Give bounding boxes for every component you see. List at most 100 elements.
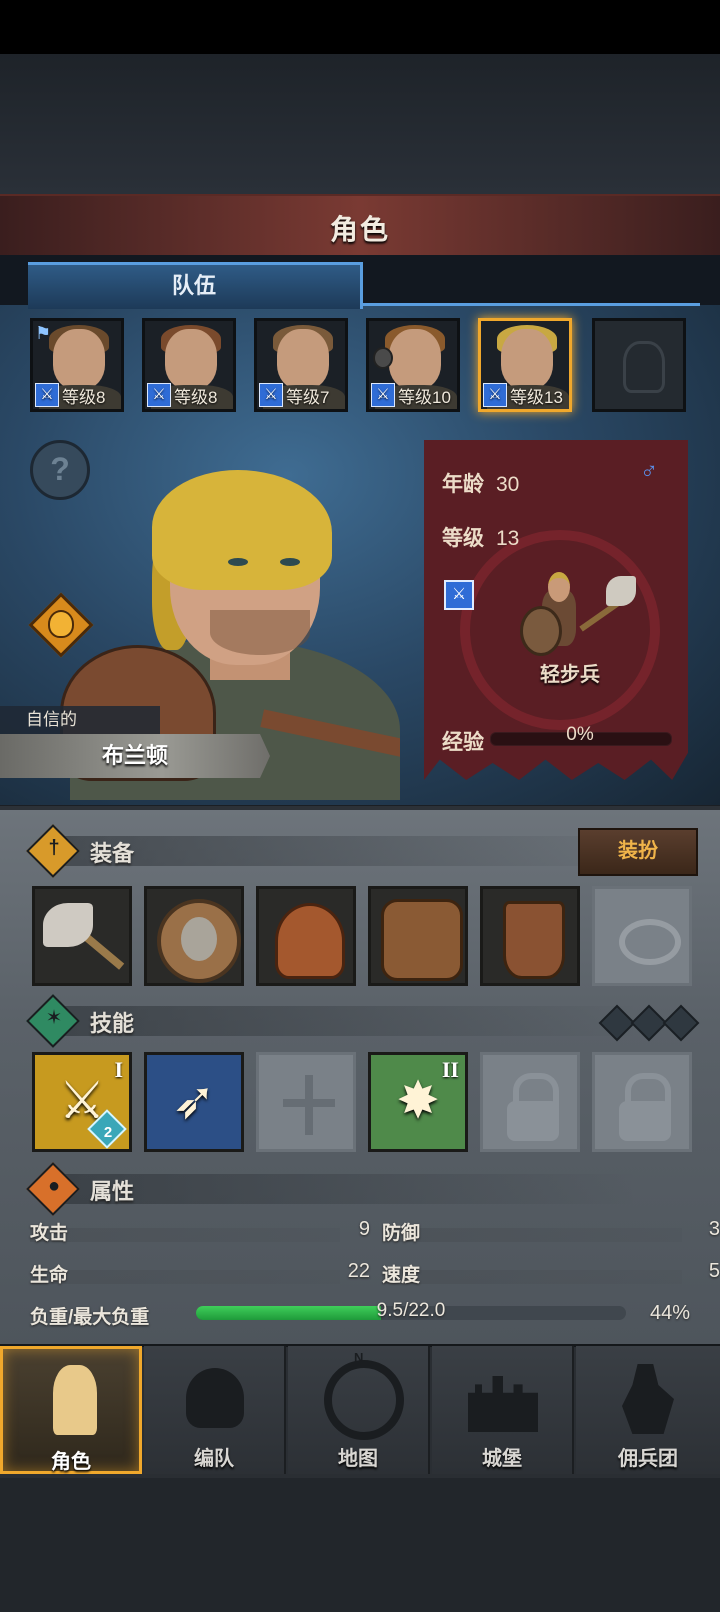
hp-value: 22 <box>347 1260 370 1282</box>
class-name: 轻步兵 <box>540 664 600 686</box>
male-icon: ♂ <box>640 458 658 485</box>
tab-team[interactable]: 队伍 <box>28 262 363 309</box>
mercenary-icon <box>612 1360 682 1436</box>
backdrop <box>0 54 720 194</box>
flag-icon: ⚑ <box>35 323 52 343</box>
nav-label: 编队 <box>194 1448 234 1470</box>
level-tag: ⚔ 等级8 <box>35 383 105 407</box>
attributes-title: 属性 <box>90 1179 135 1204</box>
hair <box>152 470 332 590</box>
cross-icon <box>283 1075 335 1135</box>
figure-shield <box>520 606 562 656</box>
sword-class-icon: ⚔ <box>35 383 59 407</box>
dress-up-button[interactable]: 装扮 <box>578 828 698 876</box>
level-text: 等级8 <box>62 387 106 407</box>
level-text: 等级13 <box>510 387 563 407</box>
roster-portrait[interactable]: ⚔ 等级8 <box>142 318 236 412</box>
face <box>501 329 553 389</box>
sword-class-icon: ⚔ <box>483 383 507 407</box>
page-title: 角色 <box>329 214 390 245</box>
equip-slot-armor[interactable] <box>368 886 468 986</box>
trait-label: 自信的 <box>0 706 160 734</box>
roster-empty-slot[interactable] <box>592 318 686 412</box>
face <box>165 329 217 389</box>
level-text: 等级8 <box>174 387 218 407</box>
skill-slot-3[interactable] <box>256 1052 356 1152</box>
status-bar <box>0 0 720 54</box>
boots-icon <box>503 901 565 979</box>
face <box>53 329 105 389</box>
level-tag: ⚔ 等级13 <box>483 383 563 407</box>
age-value: 30 <box>496 473 520 496</box>
person-icon: ● <box>47 1175 61 1197</box>
equip-slot-boots[interactable] <box>480 886 580 986</box>
row-bar <box>30 1228 340 1242</box>
level-row: 等级 13 <box>442 522 519 552</box>
upgrade-count: 2 <box>103 1124 113 1141</box>
roster-portrait[interactable]: ⚔ 等级10 <box>366 318 460 412</box>
equip-slot-helmet[interactable] <box>256 886 356 986</box>
nav-label: 城堡 <box>482 1448 522 1470</box>
level-value: 13 <box>496 527 520 550</box>
helmet-placeholder-icon <box>623 341 665 393</box>
skill-slot-4[interactable]: ✸ II <box>368 1052 468 1152</box>
defense-value: 3 <box>708 1218 720 1240</box>
helmet-icon <box>275 903 345 979</box>
battle-axe-icon <box>43 903 93 947</box>
attack-label: 攻击 <box>30 1223 69 1244</box>
equip-slot-shield[interactable] <box>144 886 244 986</box>
sword-class-icon: ⚔ <box>444 580 474 610</box>
nav-formation[interactable]: 编队 <box>144 1346 286 1474</box>
face <box>389 329 441 389</box>
figure-head <box>548 572 570 602</box>
sword-class-icon: ⚔ <box>371 383 395 407</box>
nav-castle[interactable]: 城堡 <box>432 1346 574 1474</box>
dagger-icon: † <box>48 837 60 859</box>
ring-icon <box>619 919 681 965</box>
age-row: 年龄 30 <box>442 468 519 498</box>
speed-value: 5 <box>708 1260 720 1282</box>
level-tag: ⚔ 等级8 <box>147 383 217 407</box>
equip-slot-ring[interactable] <box>592 886 692 986</box>
exp-label: 经验 <box>442 731 484 754</box>
shield-boss <box>181 917 217 961</box>
defense-label: 防御 <box>382 1223 421 1244</box>
castle-icon <box>468 1360 538 1436</box>
nav-character[interactable]: 角色 <box>0 1346 142 1474</box>
eye <box>228 558 248 566</box>
skill-slot-locked[interactable] <box>592 1052 692 1152</box>
level-label: 等级 <box>442 527 484 550</box>
face <box>277 329 329 389</box>
skill-slot-locked[interactable] <box>480 1052 580 1152</box>
eagle-strike-icon: ➶ <box>172 1072 216 1130</box>
skill-slot-1[interactable]: ⚔ I 2 <box>32 1052 132 1152</box>
roster-portrait-selected[interactable]: ⚔ 等级13 <box>478 318 572 412</box>
equipment-title: 装备 <box>90 841 135 866</box>
nav-mercenaries[interactable]: 佣兵团 <box>576 1346 720 1474</box>
level-text: 等级10 <box>398 387 451 407</box>
nav-label: 佣兵团 <box>618 1448 678 1470</box>
header-bar <box>58 1174 638 1204</box>
skill-slot-2[interactable]: ➶ <box>144 1052 244 1152</box>
nav-map[interactable]: N 地图 <box>288 1346 430 1474</box>
knight-icon <box>39 1363 109 1439</box>
tab-underline <box>360 303 700 306</box>
row-bar <box>382 1270 682 1284</box>
level-tag: ⚔ 等级10 <box>371 383 451 407</box>
attribute-row: 生命 22 速度 5 <box>30 1258 720 1290</box>
armor-icon <box>381 899 463 981</box>
beetle-companion-icon <box>373 347 393 369</box>
eye <box>280 558 300 566</box>
level-tag: ⚔ 等级7 <box>259 383 329 407</box>
equip-slot-weapon[interactable] <box>32 886 132 986</box>
age-label: 年龄 <box>442 473 484 496</box>
skill-rank: II <box>441 1057 459 1082</box>
beard <box>210 610 310 655</box>
roster-portrait[interactable]: ⚔ 等级7 <box>254 318 348 412</box>
attributes-header: ● 属性 <box>26 1162 718 1216</box>
skill-rank: I <box>114 1057 123 1082</box>
roster-portrait[interactable]: ⚑ ⚔ 等级8 <box>30 318 124 412</box>
axe-head <box>606 576 636 606</box>
load-label: 负重/最大负重 <box>30 1307 150 1328</box>
exp-text: 0% <box>566 724 594 745</box>
